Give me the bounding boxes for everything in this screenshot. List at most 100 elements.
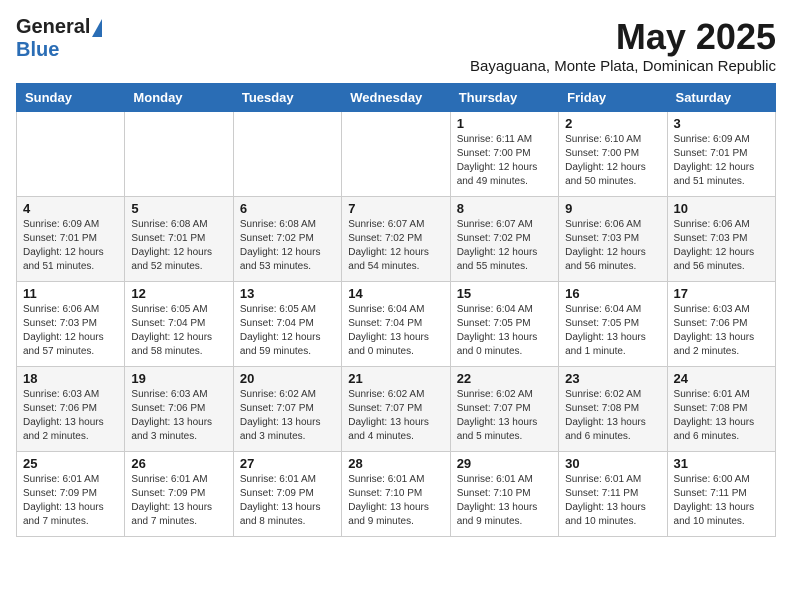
day-number: 4 bbox=[23, 201, 118, 216]
day-info: Sunrise: 6:05 AM Sunset: 7:04 PM Dayligh… bbox=[240, 303, 335, 359]
calendar-cell: 18 Sunrise: 6:03 AM Sunset: 7:06 PM Dayli… bbox=[17, 367, 125, 452]
day-of-week-header: Wednesday bbox=[342, 84, 450, 112]
day-number: 26 bbox=[131, 456, 226, 471]
calendar-cell: 7Sunrise: 6:07 AM Sunset: 7:02 PM Daylig… bbox=[342, 197, 450, 282]
calendar-week-row: 11 Sunrise: 6:06 AM Sunset: 7:03 PM Dayli… bbox=[17, 282, 776, 367]
day-number: 1 bbox=[457, 116, 552, 131]
calendar-cell: 12Sunrise: 6:05 AM Sunset: 7:04 PM Dayli… bbox=[125, 282, 233, 367]
calendar-cell: 4 Sunrise: 6:09 AM Sunset: 7:01 PM Daylig… bbox=[17, 197, 125, 282]
logo-blue-text: Blue bbox=[16, 39, 59, 62]
day-info: Sunrise: 6:06 AM Sunset: 7:03 PM Dayligh… bbox=[674, 218, 769, 274]
calendar-cell: 27 Sunrise: 6:01 AM Sunset: 7:09 PM Dayli… bbox=[233, 452, 341, 537]
calendar-cell: 29 Sunrise: 6:01 AM Sunset: 7:10 PM Dayli… bbox=[450, 452, 558, 537]
calendar-cell: 28Sunrise: 6:01 AM Sunset: 7:10 PM Dayli… bbox=[342, 452, 450, 537]
day-number: 25 bbox=[23, 456, 118, 471]
calendar-cell bbox=[233, 112, 341, 197]
day-of-week-header: Saturday bbox=[667, 84, 775, 112]
calendar-cell: 31Sunrise: 6:00 AM Sunset: 7:11 PM Dayli… bbox=[667, 452, 775, 537]
location-subtitle: Bayaguana, Monte Plata, Dominican Republ… bbox=[470, 58, 776, 75]
calendar-cell: 10 Sunrise: 6:06 AM Sunset: 7:03 PM Dayli… bbox=[667, 197, 775, 282]
day-number: 8 bbox=[457, 201, 552, 216]
day-number: 14 bbox=[348, 286, 443, 301]
day-of-week-header: Sunday bbox=[17, 84, 125, 112]
day-number: 2 bbox=[565, 116, 660, 131]
calendar-week-row: 18 Sunrise: 6:03 AM Sunset: 7:06 PM Dayli… bbox=[17, 367, 776, 452]
calendar-cell: 1Sunrise: 6:11 AM Sunset: 7:00 PM Daylig… bbox=[450, 112, 558, 197]
calendar-cell: 24 Sunrise: 6:01 AM Sunset: 7:08 PM Dayli… bbox=[667, 367, 775, 452]
calendar-cell: 26 Sunrise: 6:01 AM Sunset: 7:09 PM Dayli… bbox=[125, 452, 233, 537]
day-info: Sunrise: 6:02 AM Sunset: 7:08 PM Dayligh… bbox=[565, 388, 660, 444]
day-number: 28 bbox=[348, 456, 443, 471]
day-info: Sunrise: 6:01 AM Sunset: 7:09 PM Dayligh… bbox=[23, 473, 118, 529]
calendar-cell: 3Sunrise: 6:09 AM Sunset: 7:01 PM Daylig… bbox=[667, 112, 775, 197]
day-info: Sunrise: 6:02 AM Sunset: 7:07 PM Dayligh… bbox=[240, 388, 335, 444]
calendar-cell: 11 Sunrise: 6:06 AM Sunset: 7:03 PM Dayli… bbox=[17, 282, 125, 367]
day-number: 10 bbox=[674, 201, 769, 216]
day-number: 15 bbox=[457, 286, 552, 301]
day-info: Sunrise: 6:09 AM Sunset: 7:01 PM Dayligh… bbox=[23, 218, 118, 274]
day-number: 30 bbox=[565, 456, 660, 471]
day-info: Sunrise: 6:08 AM Sunset: 7:02 PM Dayligh… bbox=[240, 218, 335, 274]
calendar-cell: 6Sunrise: 6:08 AM Sunset: 7:02 PM Daylig… bbox=[233, 197, 341, 282]
day-number: 11 bbox=[23, 286, 118, 301]
day-number: 17 bbox=[674, 286, 769, 301]
calendar-cell: 17 Sunrise: 6:03 AM Sunset: 7:06 PM Dayli… bbox=[667, 282, 775, 367]
day-info: Sunrise: 6:04 AM Sunset: 7:05 PM Dayligh… bbox=[457, 303, 552, 359]
calendar-week-row: 4 Sunrise: 6:09 AM Sunset: 7:01 PM Daylig… bbox=[17, 197, 776, 282]
day-number: 24 bbox=[674, 371, 769, 386]
calendar-cell bbox=[125, 112, 233, 197]
calendar-cell: 14Sunrise: 6:04 AM Sunset: 7:04 PM Dayli… bbox=[342, 282, 450, 367]
day-number: 23 bbox=[565, 371, 660, 386]
day-info: Sunrise: 6:01 AM Sunset: 7:11 PM Dayligh… bbox=[565, 473, 660, 529]
title-area: May 2025 Bayaguana, Monte Plata, Dominic… bbox=[470, 16, 776, 75]
day-info: Sunrise: 6:03 AM Sunset: 7:06 PM Dayligh… bbox=[23, 388, 118, 444]
day-number: 20 bbox=[240, 371, 335, 386]
day-info: Sunrise: 6:04 AM Sunset: 7:05 PM Dayligh… bbox=[565, 303, 660, 359]
day-number: 12 bbox=[131, 286, 226, 301]
calendar-cell: 13 Sunrise: 6:05 AM Sunset: 7:04 PM Dayli… bbox=[233, 282, 341, 367]
day-info: Sunrise: 6:03 AM Sunset: 7:06 PM Dayligh… bbox=[131, 388, 226, 444]
calendar-cell: 21 Sunrise: 6:02 AM Sunset: 7:07 PM Dayli… bbox=[342, 367, 450, 452]
day-info: Sunrise: 6:02 AM Sunset: 7:07 PM Dayligh… bbox=[348, 388, 443, 444]
calendar-cell: 15 Sunrise: 6:04 AM Sunset: 7:05 PM Dayli… bbox=[450, 282, 558, 367]
day-number: 21 bbox=[348, 371, 443, 386]
calendar-cell: 16Sunrise: 6:04 AM Sunset: 7:05 PM Dayli… bbox=[559, 282, 667, 367]
day-info: Sunrise: 6:06 AM Sunset: 7:03 PM Dayligh… bbox=[23, 303, 118, 359]
calendar-cell: 9Sunrise: 6:06 AM Sunset: 7:03 PM Daylig… bbox=[559, 197, 667, 282]
day-info: Sunrise: 6:01 AM Sunset: 7:09 PM Dayligh… bbox=[131, 473, 226, 529]
day-info: Sunrise: 6:01 AM Sunset: 7:10 PM Dayligh… bbox=[457, 473, 552, 529]
day-info: Sunrise: 6:08 AM Sunset: 7:01 PM Dayligh… bbox=[131, 218, 226, 274]
day-info: Sunrise: 6:01 AM Sunset: 7:08 PM Dayligh… bbox=[674, 388, 769, 444]
calendar-week-row: 25 Sunrise: 6:01 AM Sunset: 7:09 PM Dayli… bbox=[17, 452, 776, 537]
day-number: 18 bbox=[23, 371, 118, 386]
calendar-cell: 22Sunrise: 6:02 AM Sunset: 7:07 PM Dayli… bbox=[450, 367, 558, 452]
logo-triangle-icon bbox=[92, 19, 102, 37]
day-of-week-header: Monday bbox=[125, 84, 233, 112]
day-number: 5 bbox=[131, 201, 226, 216]
day-of-week-header: Friday bbox=[559, 84, 667, 112]
day-info: Sunrise: 6:07 AM Sunset: 7:02 PM Dayligh… bbox=[348, 218, 443, 274]
calendar-cell: 8Sunrise: 6:07 AM Sunset: 7:02 PM Daylig… bbox=[450, 197, 558, 282]
day-number: 27 bbox=[240, 456, 335, 471]
calendar-cell: 25 Sunrise: 6:01 AM Sunset: 7:09 PM Dayli… bbox=[17, 452, 125, 537]
day-number: 9 bbox=[565, 201, 660, 216]
day-info: Sunrise: 6:09 AM Sunset: 7:01 PM Dayligh… bbox=[674, 133, 769, 189]
day-info: Sunrise: 6:01 AM Sunset: 7:09 PM Dayligh… bbox=[240, 473, 335, 529]
day-info: Sunrise: 6:10 AM Sunset: 7:00 PM Dayligh… bbox=[565, 133, 660, 189]
logo-general-text: General bbox=[16, 16, 90, 39]
calendar-cell: 23 Sunrise: 6:02 AM Sunset: 7:08 PM Dayli… bbox=[559, 367, 667, 452]
month-title: May 2025 bbox=[470, 16, 776, 58]
calendar-cell: 20 Sunrise: 6:02 AM Sunset: 7:07 PM Dayli… bbox=[233, 367, 341, 452]
day-info: Sunrise: 6:03 AM Sunset: 7:06 PM Dayligh… bbox=[674, 303, 769, 359]
day-of-week-header: Tuesday bbox=[233, 84, 341, 112]
calendar-cell: 30 Sunrise: 6:01 AM Sunset: 7:11 PM Dayli… bbox=[559, 452, 667, 537]
day-info: Sunrise: 6:02 AM Sunset: 7:07 PM Dayligh… bbox=[457, 388, 552, 444]
day-number: 19 bbox=[131, 371, 226, 386]
day-number: 31 bbox=[674, 456, 769, 471]
calendar-table: SundayMondayTuesdayWednesdayThursdayFrid… bbox=[16, 83, 776, 537]
day-number: 29 bbox=[457, 456, 552, 471]
calendar-cell bbox=[342, 112, 450, 197]
day-number: 13 bbox=[240, 286, 335, 301]
calendar-header-row: SundayMondayTuesdayWednesdayThursdayFrid… bbox=[17, 84, 776, 112]
calendar-cell: 19 Sunrise: 6:03 AM Sunset: 7:06 PM Dayli… bbox=[125, 367, 233, 452]
